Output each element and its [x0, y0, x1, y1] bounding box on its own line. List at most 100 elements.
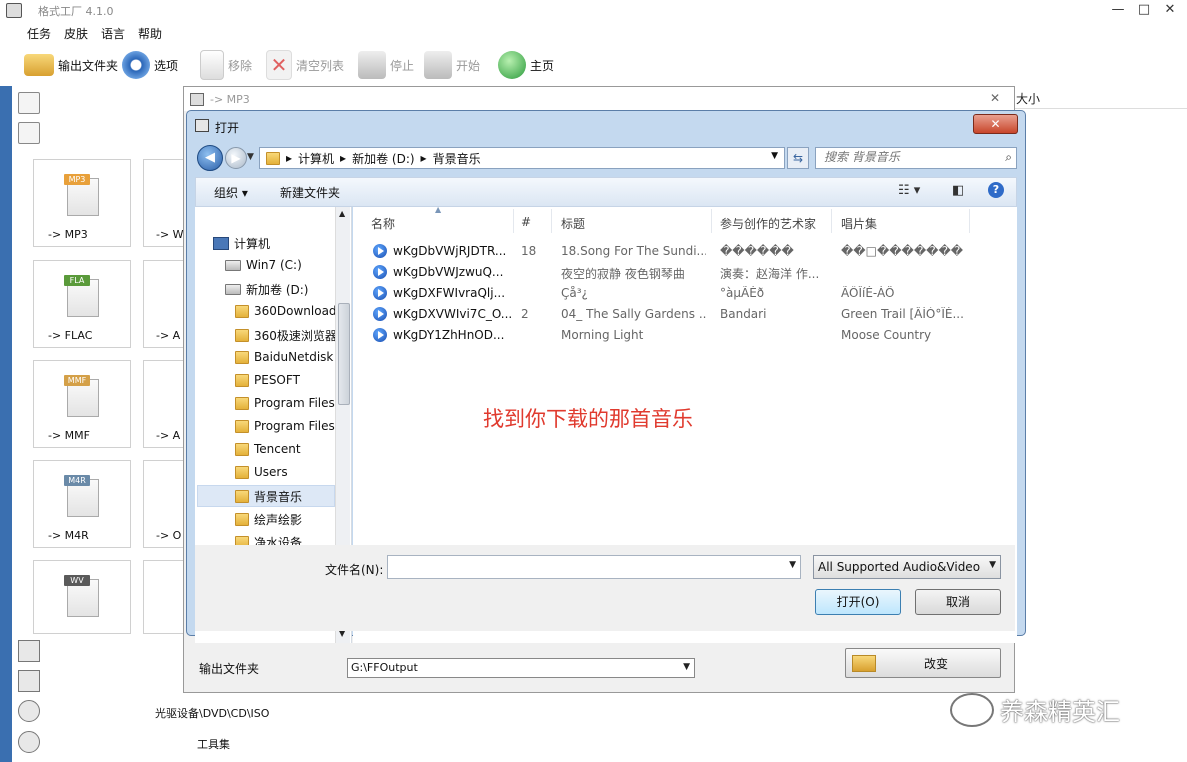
column-header-artist[interactable]: 参与创作的艺术家 [720, 215, 816, 232]
search-box[interactable]: ⌕ [815, 147, 1017, 169]
format-tile-col2[interactable]: -> O [143, 460, 184, 548]
format-tile-wv[interactable]: WV [33, 560, 131, 634]
nav-item-folder[interactable]: Program Files [235, 396, 335, 410]
change-output-button[interactable]: 改变 [845, 648, 1001, 678]
open-button[interactable]: 打开(O) [815, 589, 901, 615]
new-folder-button[interactable]: 新建文件夹 [280, 184, 340, 201]
remove-button[interactable]: 移除 [200, 48, 252, 82]
maximize-button[interactable]: □ [1134, 2, 1154, 18]
column-separator[interactable] [969, 209, 970, 233]
file-row[interactable]: wKgDY1ZhHnOD... Morning Light Moose Coun… [353, 325, 1013, 345]
file-title: 18.Song For The Sundi... [561, 244, 706, 258]
nav-item-folder-selected[interactable]: 背景音乐 [235, 488, 302, 505]
column-header-name[interactable]: 名称 [371, 215, 395, 232]
format-tile-mp3[interactable]: MP3 -> MP3 [33, 159, 131, 247]
format-tile-m4r[interactable]: M4R -> M4R [33, 460, 131, 548]
tools-icon[interactable] [18, 731, 40, 753]
column-header-number[interactable]: # [521, 215, 531, 229]
minimize-button[interactable]: — [1108, 2, 1128, 18]
nav-item-folder[interactable]: 360Downloads [235, 304, 343, 318]
output-path-value: G:\FFOutput [351, 661, 418, 674]
search-input[interactable] [816, 148, 994, 166]
filename-input[interactable] [388, 556, 786, 576]
size-column-header[interactable]: 大小 [1016, 90, 1040, 107]
organize-menu[interactable]: 组织 ▾ [214, 184, 248, 201]
column-separator[interactable] [711, 209, 712, 233]
chevron-down-icon[interactable]: ▼ [789, 560, 796, 570]
options-button[interactable]: 选项 [122, 48, 178, 82]
format-tile-col2[interactable]: -> W [143, 159, 184, 247]
file-name: wKgDbVWJzwuQ... [393, 265, 504, 279]
output-path-select[interactable]: G:\FFOutput ▼ [347, 658, 695, 678]
column-header-title[interactable]: 标题 [561, 215, 585, 232]
column-separator[interactable] [513, 209, 514, 233]
nav-item-label: Program Files [254, 396, 335, 410]
recent-locations-dropdown[interactable]: ▼ [247, 152, 254, 162]
breadcrumb-computer[interactable]: 计算机 [298, 150, 334, 167]
stop-label: 停止 [390, 58, 415, 73]
format-tile-mmf[interactable]: MMF -> MMF [33, 360, 131, 448]
column-separator[interactable] [831, 209, 832, 233]
video-category-icon[interactable] [18, 92, 40, 114]
open-dialog-close-button[interactable]: ✕ [973, 114, 1018, 134]
home-button[interactable]: 主页 [498, 48, 554, 82]
close-button[interactable]: ✕ [1160, 2, 1180, 18]
optical-category-label[interactable]: 光驱设备\DVD\CD\ISO [155, 705, 269, 721]
menu-help[interactable]: 帮助 [138, 25, 162, 42]
preview-pane-icon[interactable]: ◧ [952, 183, 964, 198]
file-row[interactable]: wKgDbVWJzwuQ... 夜空的寂静 夜色钢琴曲 演奏：赵海洋 作... [353, 262, 1013, 282]
file-row[interactable]: wKgDXVWIvi7C_O... 2 04_ The Sally Garden… [353, 304, 1013, 324]
file-row[interactable]: wKgDXFWIvraQlj... Çå³¿ °àµÃÈð ÃÔÎíÉ-ÁÖ [353, 283, 1013, 303]
nav-item-folder[interactable]: BaiduNetdisk [235, 350, 333, 364]
menu-task[interactable]: 任务 [27, 25, 51, 42]
chevron-down-icon[interactable]: ▼ [771, 151, 778, 161]
nav-item-folder[interactable]: Users [235, 465, 288, 479]
file-title: 04_ The Sally Gardens ... [561, 307, 706, 321]
column-separator[interactable] [551, 209, 552, 233]
nav-item-folder[interactable]: Tencent [235, 442, 301, 456]
format-tile-flac[interactable]: FLA -> FLAC [33, 260, 131, 348]
file-type-select[interactable]: All Supported Audio&Video ▼ [813, 555, 1001, 579]
forward-button[interactable]: ▶ [225, 147, 247, 169]
nav-item-folder[interactable]: 360极速浏览器 [235, 327, 337, 344]
help-icon[interactable]: ? [988, 182, 1004, 198]
nav-item-computer[interactable]: 计算机 [213, 235, 270, 252]
nav-item-label: 360Downloads [254, 304, 343, 318]
audio-category-icon[interactable] [18, 122, 40, 144]
scroll-thumb[interactable] [338, 303, 350, 405]
document-category-icon[interactable] [18, 670, 40, 692]
output-folder-button[interactable]: 输出文件夹 [24, 48, 118, 82]
stop-button[interactable]: 停止 [358, 48, 414, 82]
start-button[interactable]: 开始 [424, 48, 480, 82]
breadcrumb-folder[interactable]: 背景音乐 [433, 150, 481, 167]
nav-item-folder[interactable]: Program Files [235, 419, 335, 433]
menu-language[interactable]: 语言 [101, 25, 125, 42]
format-badge: MP3 [64, 174, 90, 185]
nav-item-drive-d[interactable]: 新加卷 (D:) [225, 281, 308, 298]
filename-combobox[interactable]: ▼ [387, 555, 801, 579]
menu-skin[interactable]: 皮肤 [64, 25, 88, 42]
format-tile-col2[interactable]: -> A [143, 360, 184, 448]
format-tile-col2[interactable]: -> A [143, 260, 184, 348]
back-button[interactable]: ◀ [197, 145, 223, 171]
format-tile-col2[interactable] [143, 560, 184, 634]
breadcrumb-drive[interactable]: 新加卷 (D:) [352, 150, 414, 167]
scroll-up-icon[interactable]: ▲ [339, 209, 345, 218]
conversion-dialog-close[interactable]: ✕ [990, 91, 1000, 105]
column-header-album[interactable]: 唱片集 [841, 215, 877, 232]
clear-list-button[interactable]: ✕ 清空列表 [266, 48, 344, 82]
nav-item-drive-c[interactable]: Win7 (C:) [225, 258, 302, 272]
optical-drive-icon[interactable] [18, 700, 40, 722]
picture-category-icon[interactable] [18, 640, 40, 662]
tools-category-label[interactable]: 工具集 [197, 736, 230, 752]
refresh-button[interactable]: ⇆ [787, 147, 809, 169]
view-options-icon[interactable]: ☷ ▾ [898, 183, 920, 198]
format-label: -> FLAC [48, 329, 93, 342]
folder-icon [235, 373, 249, 387]
nav-item-folder[interactable]: PESOFT [235, 373, 300, 387]
file-name: wKgDXFWIvraQlj... [393, 286, 506, 300]
nav-item-folder[interactable]: 绘声绘影 [235, 511, 302, 528]
file-row[interactable]: wKgDbVWjRJDTR... 18 18.Song For The Sund… [353, 241, 1013, 261]
address-bar[interactable]: ▸ 计算机 ▸ 新加卷 (D:) ▸ 背景音乐 ▼ [259, 147, 785, 169]
cancel-button[interactable]: 取消 [915, 589, 1001, 615]
